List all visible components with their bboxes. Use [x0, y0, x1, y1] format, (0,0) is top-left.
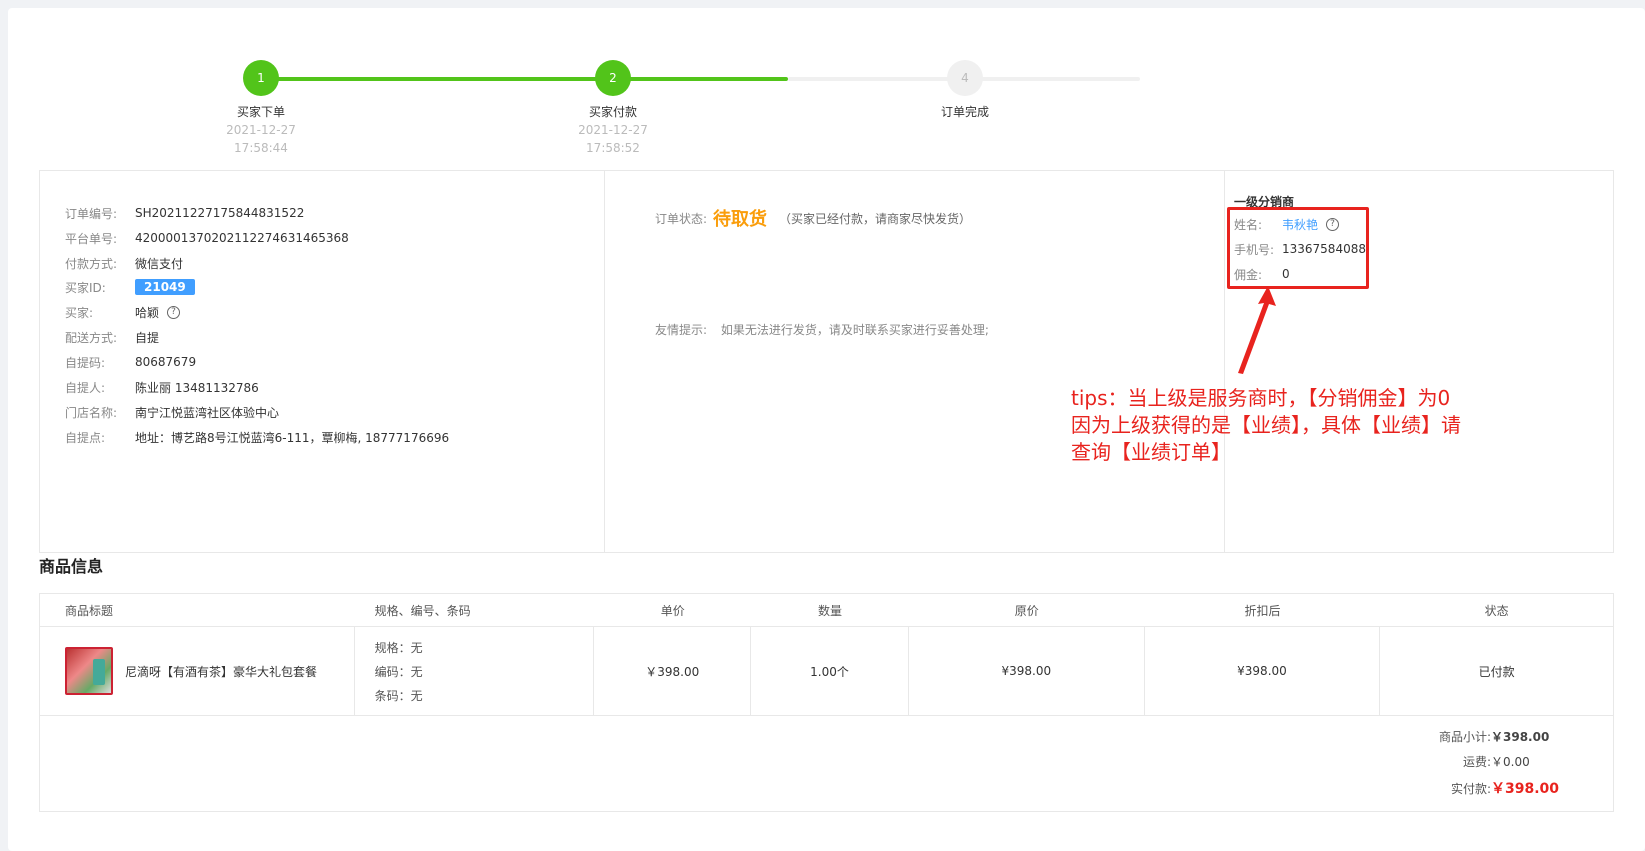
step-date: 2021-12-27: [226, 123, 296, 137]
step-time: 17:58:44: [234, 141, 288, 155]
step-title: 买家下单: [236, 105, 285, 119]
product-table: 商品标题 规格、编号、条码 单价 数量 原价 折扣后 状态 尼滴呀【有酒有茶】豪…: [39, 593, 1614, 812]
product-code: 编码：无: [374, 664, 423, 679]
status-note: （买家已经付款，请商家尽快发货）: [779, 211, 972, 226]
qty-cell: 1.00个: [751, 627, 909, 715]
discounted-cell: ¥398.00: [1145, 627, 1381, 715]
paid-row: 实付款: ￥398.00: [1431, 778, 1560, 798]
pickup-code-row: 自提码: 80687679: [65, 352, 196, 372]
buyer-row: 买家: 哈颖?: [65, 302, 181, 322]
label: 自提码:: [65, 355, 106, 370]
step-line-done: [268, 77, 788, 81]
price-cell: ￥398.00: [594, 627, 752, 715]
store-name: 南宁江悦蓝湾社区体验中心: [135, 405, 280, 420]
header-spec: 规格、编号、条码: [374, 603, 471, 618]
pickup-code: 80687679: [135, 355, 197, 369]
step-title: 买家付款: [588, 105, 637, 119]
product-thumbnail[interactable]: [65, 647, 113, 695]
label: 商品小计:: [1438, 730, 1491, 744]
header-qty: 数量: [818, 603, 843, 618]
step-2-text: 买家付款 2021-12-27 17:58:52: [553, 103, 673, 157]
annotation-arrow: [1238, 286, 1276, 374]
step-date: 2021-12-27: [578, 123, 648, 137]
status-value: 待取货: [713, 209, 768, 230]
step-2-circle: 2: [595, 60, 631, 96]
product-spec: 规格：无: [374, 640, 423, 655]
order-progress-steps: 1 2 4 买家下单 2021-12-27 17:58:44 买家付款 2021…: [8, 8, 1645, 168]
product-name: 尼滴呀【有酒有茶】豪华大礼包套餐: [125, 664, 318, 679]
step-4-text: 订单完成: [905, 103, 1025, 121]
pay-method-row: 付款方式: 微信支付: [65, 253, 183, 273]
page: 1 2 4 买家下单 2021-12-27 17:58:44 买家付款 2021…: [8, 8, 1645, 851]
friendly-tip: 友情提示: 如果无法进行发货，请及时联系买家进行妥善处理;: [655, 321, 989, 338]
label: 实付款:: [1450, 781, 1491, 796]
label: 运费:: [1462, 755, 1491, 769]
pay-method: 微信支付: [135, 256, 184, 271]
order-detail-column: 订单编号: SH20211227175844831522 平台单号: 4200001…: [40, 171, 605, 552]
label: 付款方式:: [65, 256, 118, 271]
label: 平台单号:: [65, 231, 118, 246]
question-icon[interactable]: ?: [167, 305, 181, 319]
delivery-row: 配送方式: 自提: [65, 327, 159, 347]
label: 自提点:: [65, 430, 106, 445]
subtotal-row: 商品小计: ￥398.00: [1431, 728, 1553, 745]
order-no-row: 订单编号: SH20211227175844831522: [65, 203, 304, 223]
annotation-line: tips：当上级是服务商时，【分销佣金】为0: [1071, 386, 1451, 410]
shipping-row: 运费: ￥0.00: [1431, 753, 1553, 770]
status-label: 订单状态:: [655, 211, 708, 226]
platform-no-row: 平台单号: 4200001370202112274631465368: [65, 228, 349, 248]
label: 自提人:: [65, 380, 106, 395]
delivery-method: 自提: [135, 330, 160, 345]
step-1-text: 买家下单 2021-12-27 17:58:44: [201, 103, 321, 157]
step-1-circle: 1: [243, 60, 279, 96]
step-time: 17:58:52: [586, 141, 640, 155]
annotation-line: 查询【业绩订单】: [1071, 440, 1231, 464]
product-barcode: 条码：无: [374, 688, 423, 703]
pickup-person-row: 自提人: 陈业丽 13481132786: [65, 377, 259, 397]
label: 订单编号:: [65, 206, 118, 221]
order-summary: 商品小计: ￥398.00 运费: ￥0.00 实付款: ￥398.00: [40, 716, 1613, 811]
paid-value: ￥398.00: [1491, 781, 1560, 797]
buyer-id-badge: 21049: [135, 279, 195, 295]
buyer-id-row: 买家ID: 21049: [65, 277, 195, 297]
annotation-note: tips：当上级是服务商时，【分销佣金】为0 因为上级获得的是【业绩】，具体【业…: [1071, 385, 1511, 466]
header-discounted: 折扣后: [1244, 603, 1281, 618]
highlight-box: [1227, 207, 1369, 289]
platform-no: 4200001370202112274631465368: [135, 231, 349, 245]
order-info-panel: 订单编号: SH20211227175844831522 平台单号: 4200001…: [39, 170, 1614, 553]
label: 门店名称:: [65, 405, 118, 420]
spec-cell: 规格：无 编码：无 条码：无: [355, 627, 595, 715]
pickup-point-row: 自提点: 地址：博艺路8号江悦蓝湾6-111，覃柳梅, 18777176696: [65, 427, 449, 447]
annotation-line: 因为上级获得的是【业绩】，具体【业绩】请: [1071, 413, 1461, 437]
store-row: 门店名称: 南宁江悦蓝湾社区体验中心: [65, 402, 279, 422]
shipping-value: ￥0.00: [1491, 755, 1530, 769]
original-cell: ¥398.00: [909, 627, 1145, 715]
tip-label: 友情提示:: [655, 323, 708, 337]
buyer-link[interactable]: 哈颖: [135, 304, 159, 321]
table-row: 尼滴呀【有酒有茶】豪华大礼包套餐 规格：无 编码：无 条码：无 ￥398.00 …: [40, 627, 1613, 716]
step-4-circle: 4: [947, 60, 983, 96]
product-section-title: 商品信息: [39, 557, 104, 576]
step-title: 订单完成: [940, 105, 989, 119]
table-header: 商品标题 规格、编号、条码 单价 数量 原价 折扣后 状态: [40, 594, 1613, 627]
order-status-column: 订单状态: 待取货 （买家已经付款，请商家尽快发货） 友情提示: 如果无法进行发…: [605, 171, 1225, 552]
order-status-row: 订单状态: 待取货 （买家已经付款，请商家尽快发货）: [655, 205, 971, 231]
tip-text: 如果无法进行发货，请及时联系买家进行妥善处理;: [720, 323, 989, 337]
header-price: 单价: [660, 603, 685, 618]
label: 配送方式:: [65, 330, 118, 345]
header-original: 原价: [1014, 603, 1039, 618]
label: 买家ID:: [65, 280, 106, 295]
subtotal-value: ￥398.00: [1491, 730, 1550, 744]
pickup-point: 地址：博艺路8号江悦蓝湾6-111，覃柳梅, 18777176696: [135, 430, 450, 445]
status-cell: 已付款: [1478, 664, 1515, 679]
header-status: 状态: [1484, 603, 1509, 618]
header-title: 商品标题: [65, 603, 114, 618]
product-cell: 尼滴呀【有酒有茶】豪华大礼包套餐: [40, 627, 355, 715]
pickup-person: 陈业丽 13481132786: [135, 380, 259, 395]
label: 买家:: [65, 305, 94, 320]
order-no: SH20211227175844831522: [135, 206, 305, 220]
